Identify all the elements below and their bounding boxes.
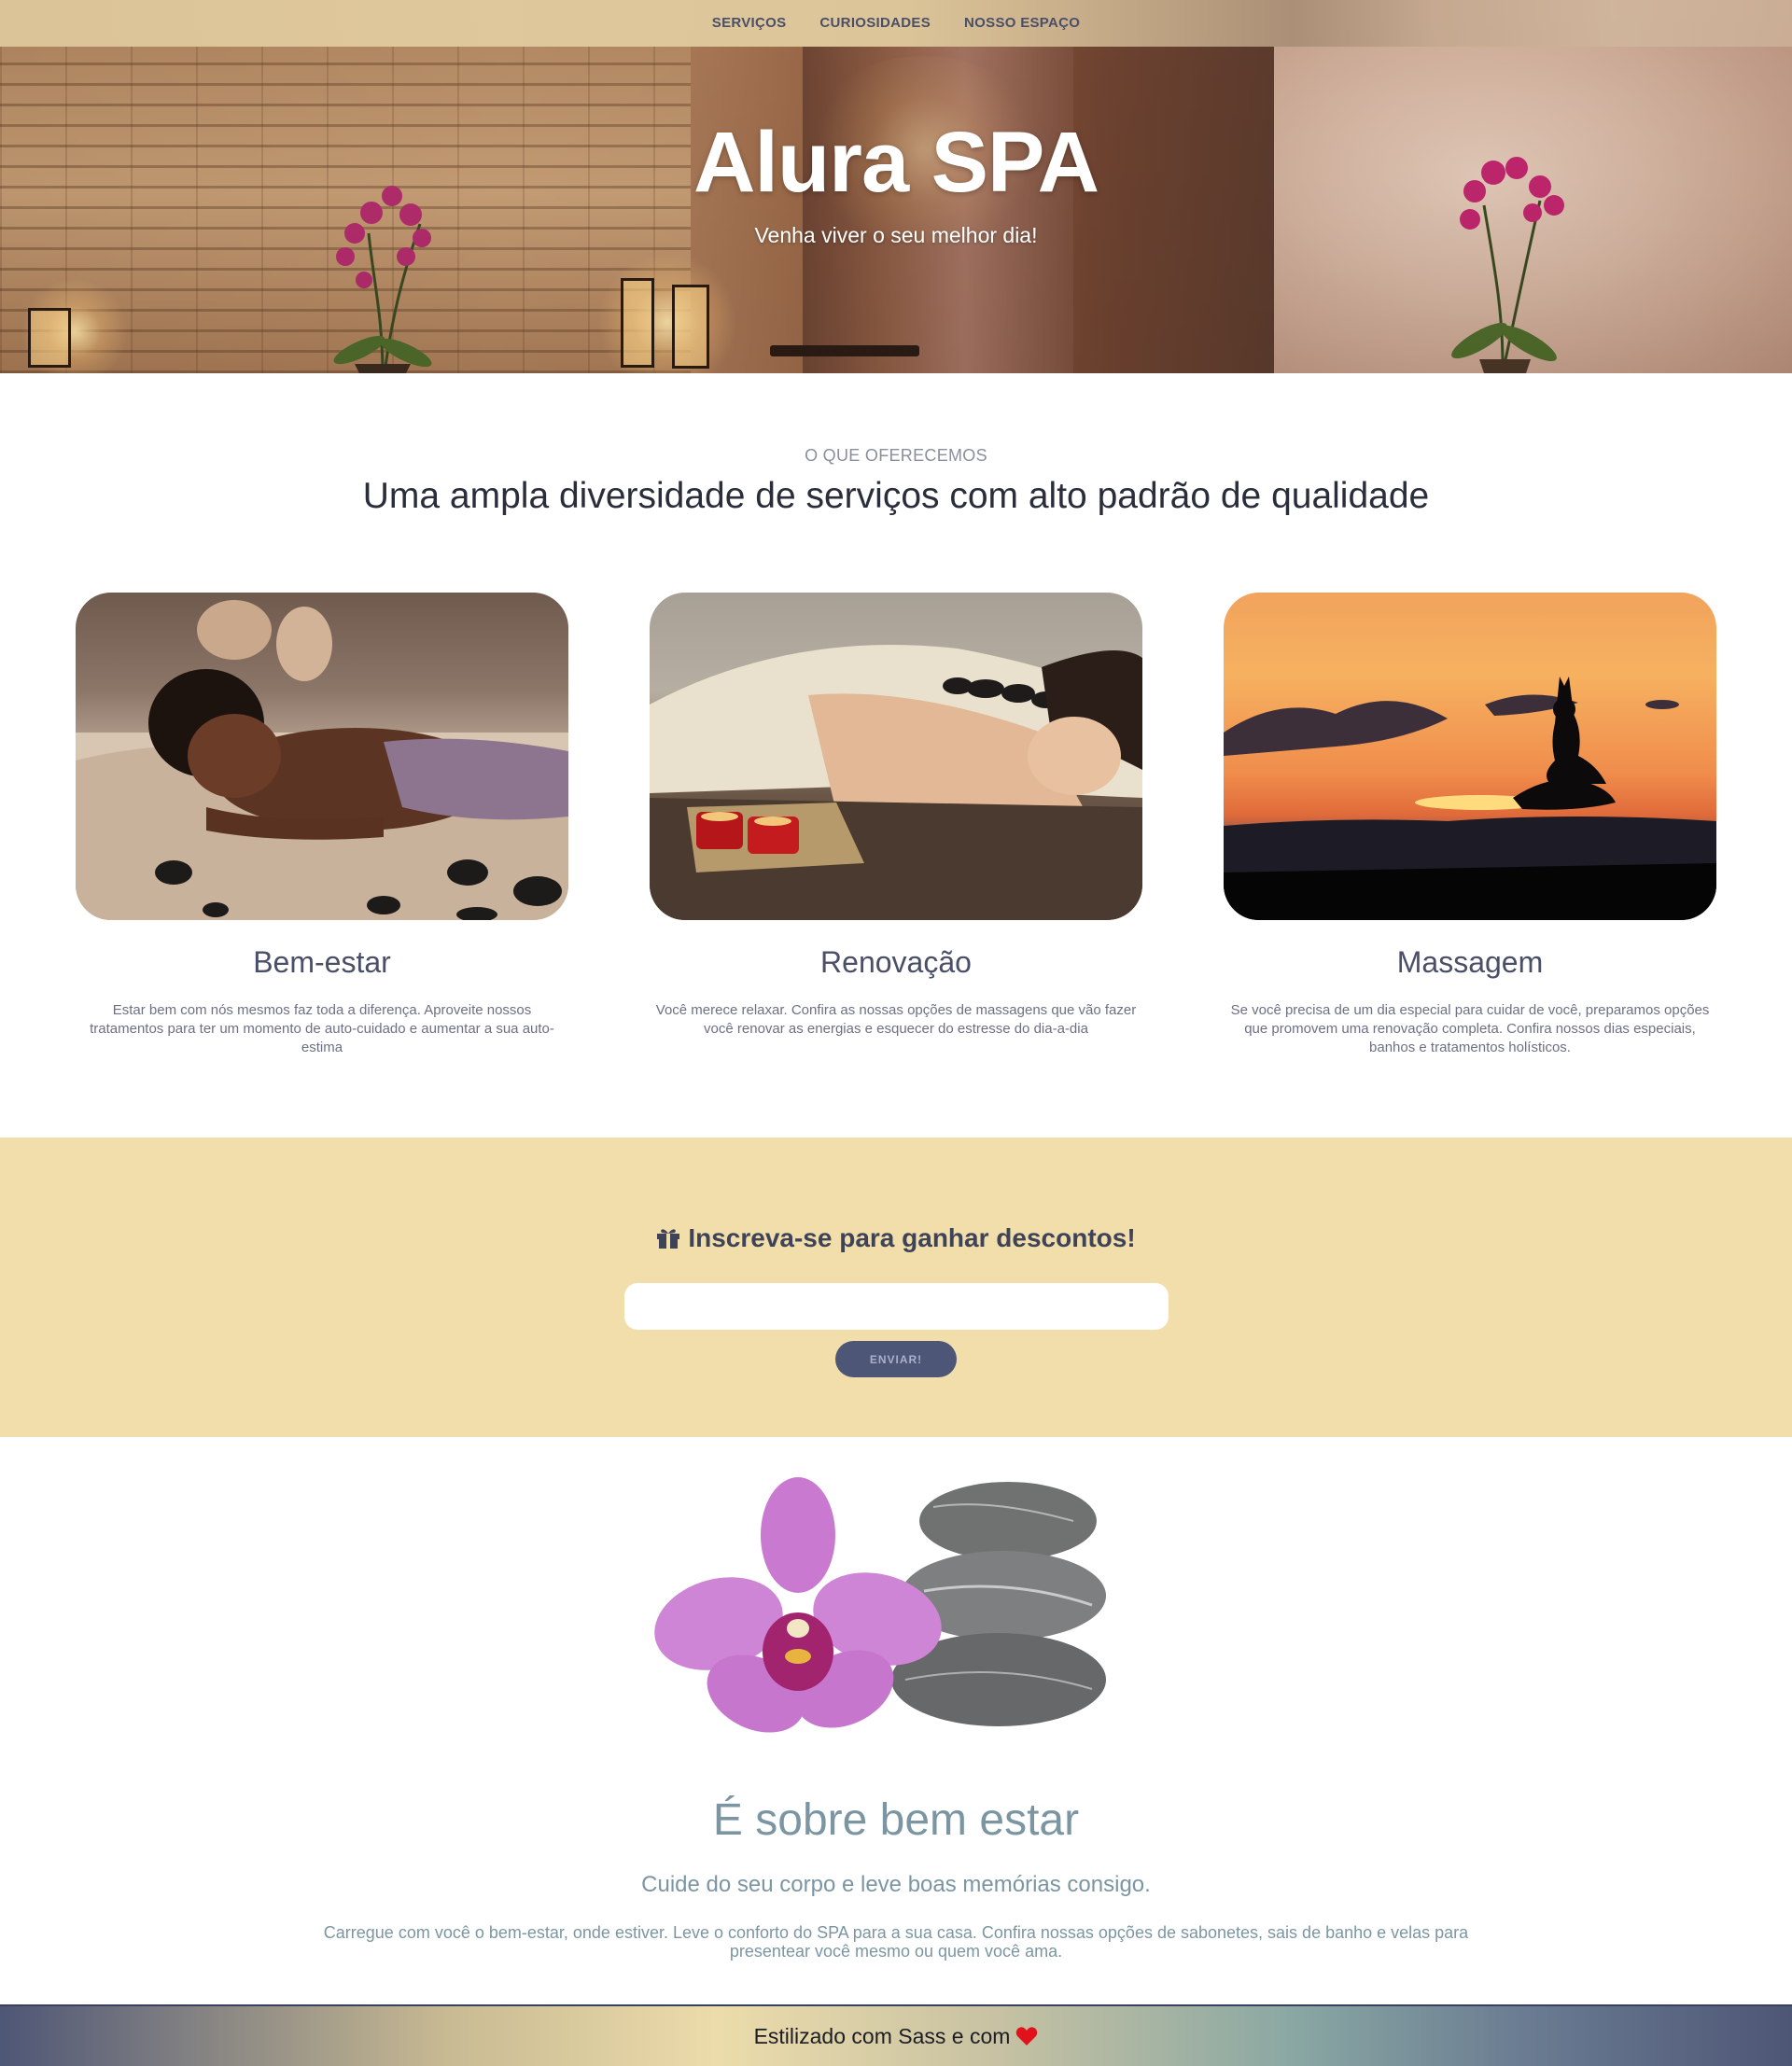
card-text: Estar bem com nós mesmos faz toda a dife… [90,1002,554,1055]
newsletter-section: Inscreva-se para ganhar descontos! ENVIA… [0,1138,1792,1437]
yoga-silhouette-illustration [1224,677,1716,920]
nav-item-servicos: SERVIÇOS [712,15,787,32]
wellness-photo [76,593,568,920]
gift-icon [657,1229,680,1249]
page-footer: Estilizado com Sass e com [0,2004,1792,2066]
card-text: Você merece relaxar. Confira as nossas o… [655,1002,1137,1037]
nav-link-servicos[interactable]: SERVIÇOS [712,15,787,31]
card-title: Massagem [1396,945,1544,979]
orchid-stones-image [654,1477,1106,1733]
about-title: É sobre bem estar [712,1795,1080,1845]
about-text: Carregue com você o bem-estar, onde esti… [323,1923,1469,1961]
nav-link-curiosidades[interactable]: CURIOSIDADES [819,15,931,31]
service-card-bem-estar: Bem-estar Estar bem com nós mesmos faz t… [76,593,568,1057]
top-navigation: SERVIÇOS CURIOSIDADES NOSSO ESPAÇO [0,0,1792,47]
service-card-renovacao: Renovação Você merece relaxar. Confira a… [650,593,1142,1039]
woman-hot-stones-illustration [650,645,1142,920]
nav-item-nosso-espaco: NOSSO ESPAÇO [964,15,1080,32]
hero-title: Alura SPA [693,115,1099,210]
about-subtitle: Cuide do seu corpo e leve boas memórias … [641,1872,1151,1897]
services-heading: Uma ampla diversidade de serviços com al… [362,476,1430,516]
renewal-photo [650,593,1142,920]
footer-text: Estilizado com Sass e com [754,2024,1039,2049]
hero-banner: Alura SPA Venha viver o seu melhor dia! [0,0,1792,373]
card-title: Renovação [820,945,972,979]
hero-subtitle: Venha viver o seu melhor dia! [754,223,1038,247]
services-eyebrow: O QUE OFERECEMOS [805,446,987,465]
sunset-yoga-photo [1224,593,1716,920]
nav-item-curiosidades: CURIOSIDADES [819,15,931,32]
woman-relaxing-illustration [76,600,568,920]
card-title: Bem-estar [253,945,391,979]
heart-icon [1016,2026,1038,2045]
card-text: Se você precisa de um dia especial para … [1230,1002,1710,1055]
newsletter-title: Inscreva-se para ganhar descontos! [0,1223,1792,1253]
newsletter-title-text: Inscreva-se para ganhar descontos! [688,1223,1136,1252]
footer-text-label: Estilizado com Sass e com [753,2023,1011,2048]
send-button[interactable]: ENVIAR! [835,1341,957,1377]
email-field[interactable] [624,1283,1169,1330]
nav-link-nosso-espaco[interactable]: NOSSO ESPAÇO [964,15,1080,31]
service-card-massagem: Massagem Se você precisa de um dia espec… [1224,593,1716,1057]
nav-list: SERVIÇOS CURIOSIDADES NOSSO ESPAÇO [712,15,1080,32]
